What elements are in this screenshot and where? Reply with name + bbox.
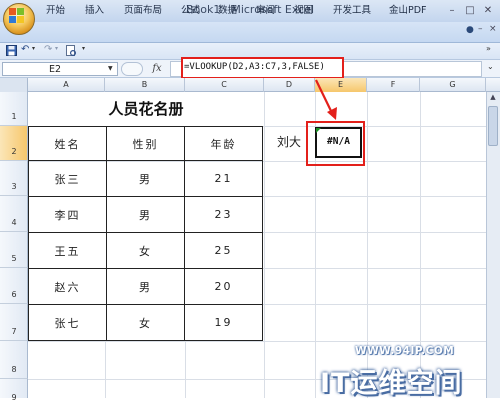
office-logo-icon — [9, 8, 24, 23]
watermark-url: WWW.94IP.COM — [355, 345, 455, 357]
scroll-up-icon[interactable]: ▲ — [488, 93, 498, 103]
scrollbar-thumb[interactable] — [488, 106, 498, 146]
annotation-arrow — [315, 79, 337, 120]
watermark-text: IT运维空间 — [320, 368, 463, 399]
